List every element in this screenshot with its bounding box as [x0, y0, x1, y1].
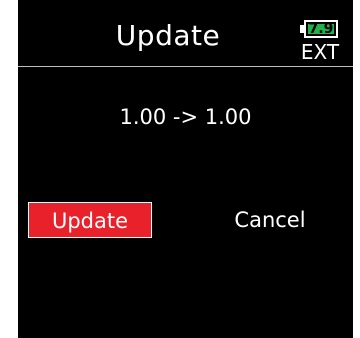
battery-icon: 7.9 [300, 20, 340, 38]
update-button[interactable]: Update [28, 202, 152, 238]
page-title: Update [115, 19, 221, 52]
device-screen: Update 7.9 EXT 1.00 -> 1.00 Update Cance… [18, 0, 353, 338]
version-info: 1.00 -> 1.00 [119, 105, 252, 129]
battery-voltage: 7.9 [308, 21, 334, 37]
power-source-label: EXT [300, 40, 340, 64]
screen-header: Update 7.9 EXT [18, 0, 353, 66]
cancel-button[interactable]: Cancel [208, 202, 332, 238]
power-indicator: 7.9 EXT [298, 20, 348, 64]
header-divider [18, 66, 353, 67]
